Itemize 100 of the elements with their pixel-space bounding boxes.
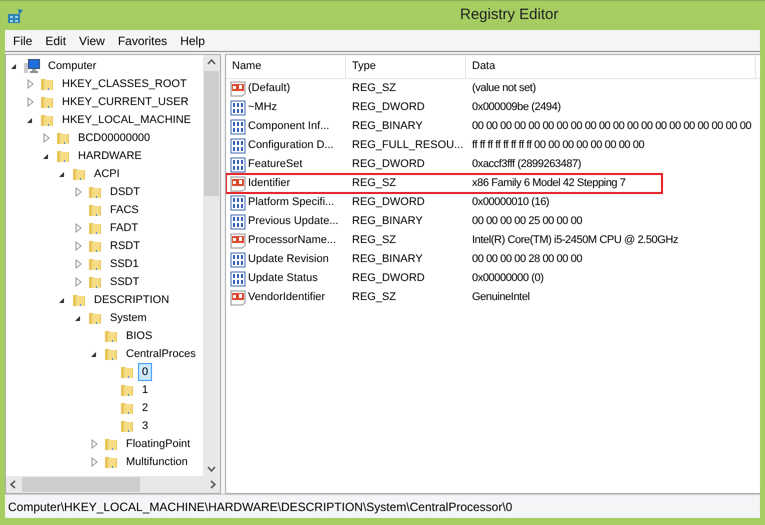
tree-item[interactable]: System [106,309,151,327]
scroll-up-icon[interactable] [207,59,216,65]
value-type: REG_BINARY [352,253,423,266]
folder-icon [119,364,135,380]
value-type: REG_SZ [352,234,396,246]
binary-value-icon [230,156,246,172]
scroll-thumb[interactable] [204,71,219,196]
tree-item[interactable]: CentralProces [122,345,200,363]
value-name[interactable]: Update Status [248,270,318,287]
value-data: 0xaccf3fff (2899263487) [471,157,582,172]
tree-item[interactable]: Multifunction [122,453,192,471]
folder-icon [87,184,103,200]
scroll-right-icon[interactable] [210,480,216,489]
value-data: 0x000009be (2494) [471,100,561,116]
value-type: REG_SZ [352,82,396,94]
value-name[interactable]: Identifier [248,175,290,192]
value-name[interactable]: (Default) [248,80,290,97]
computer-icon [23,58,41,74]
folder-icon [119,418,135,434]
string-value-icon [230,80,246,96]
folder-icon [87,274,103,290]
app-icon [7,8,25,24]
menu-item[interactable]: Edit [39,32,72,50]
value-name[interactable]: Component Inf... [248,118,330,135]
value-name[interactable]: ProcessorName... [248,232,336,249]
column-header[interactable]: Data [466,55,756,78]
folder-icon [103,346,119,362]
tree-item[interactable]: ACPI [90,165,124,183]
folder-icon [39,76,55,92]
value-type: REG_BINARY [352,120,423,132]
value-name[interactable]: FeatureSet [248,156,302,173]
tree-item[interactable]: SSD1 [106,255,143,273]
menu-item[interactable]: Help [174,32,211,50]
value-data: 00 00 00 00 00 00 00 00 00 00 00 00 00 00 00 00 00 00 00 00 [471,119,752,134]
folder-icon [71,292,87,308]
column-header[interactable]: Type [346,55,466,78]
value-data: 00 00 00 00 25 00 00 00 [471,214,582,230]
binary-value-icon [230,194,246,210]
folder-icon [55,130,71,146]
value-name[interactable]: Configuration D... [248,137,334,154]
value-type: REG_DWORD [352,101,425,114]
scroll-left-icon[interactable] [10,480,16,489]
column-header[interactable]: Name [226,55,346,78]
tree-item[interactable]: SSDT [106,273,144,291]
tree-item[interactable]: RSDT [106,237,144,255]
folder-icon [87,256,103,272]
value-type: REG_DWORD [352,272,425,284]
binary-value-icon [230,138,246,154]
horizontal-scrollbar[interactable] [6,476,220,493]
tree-item[interactable]: FADT [106,219,142,237]
value-data: ff ff ff ff ff ff ff ff 00 00 00 00 00 00 00 00 [471,138,644,154]
value-data: 00 00 00 00 28 00 00 00 [471,252,582,268]
tree-item[interactable]: 0 [138,363,152,381]
tree-item[interactable]: DESCRIPTION [90,291,174,309]
folder-icon [103,454,119,470]
value-name[interactable]: Platform Specifi... [248,194,334,211]
tree-item[interactable]: HKEY_CURRENT_USER [58,93,193,111]
menu-item[interactable]: View [73,32,111,50]
binary-value-icon [230,118,246,134]
value-name[interactable]: Previous Update... [248,213,338,230]
folder-icon [71,166,87,182]
tree-item[interactable]: BCD00000000 [74,129,154,147]
tree-item[interactable]: 1 [138,381,152,399]
tree-item[interactable]: 2 [138,399,152,417]
value-data: GenuineIntel [471,290,530,306]
binary-value-icon [230,214,246,230]
tree-item[interactable]: HKEY_LOCAL_MACHINE [58,111,195,129]
binary-value-icon [230,100,246,116]
folder-icon [39,94,55,110]
tree-item[interactable]: 3 [138,417,152,435]
value-name[interactable]: ~MHz [248,99,278,116]
value-name[interactable]: Update Revision [248,251,329,268]
folder-icon [119,400,135,416]
value-data: x86 Family 6 Model 42 Stepping 7 [471,176,626,192]
tree-item[interactable]: FloatingPoint [122,435,194,453]
menu-item[interactable]: File [7,32,38,50]
value-type: REG_SZ [352,177,396,190]
string-value-icon [230,232,246,248]
string-value-icon [230,176,246,192]
tree-item[interactable]: HKEY_CLASSES_ROOT [58,75,191,93]
tree-item[interactable]: FACS [106,201,143,219]
value-name[interactable]: VendorIdentifier [248,289,326,306]
tree-item[interactable]: BIOS [122,327,156,345]
string-value-icon [230,290,246,306]
menu-item[interactable]: Favorites [112,32,174,50]
value-data: 0x00000010 (16) [471,195,550,210]
binary-value-icon [230,270,246,286]
tree-item[interactable]: DSDT [106,183,144,201]
folder-icon [87,238,103,254]
value-type: REG_SZ [352,291,396,304]
value-type: REG_FULL_RESOU... [352,139,464,152]
value-data: 0x00000000 (0) [471,271,544,286]
folder-icon [103,328,119,344]
scroll-thumb[interactable] [22,477,140,492]
vertical-scrollbar[interactable] [203,55,220,476]
value-data: (value not set) [471,81,536,96]
tree-item[interactable]: Computer [44,57,100,75]
tree-item[interactable]: HARDWARE [74,147,146,165]
folder-icon [55,148,71,164]
scroll-down-icon[interactable] [207,466,216,472]
